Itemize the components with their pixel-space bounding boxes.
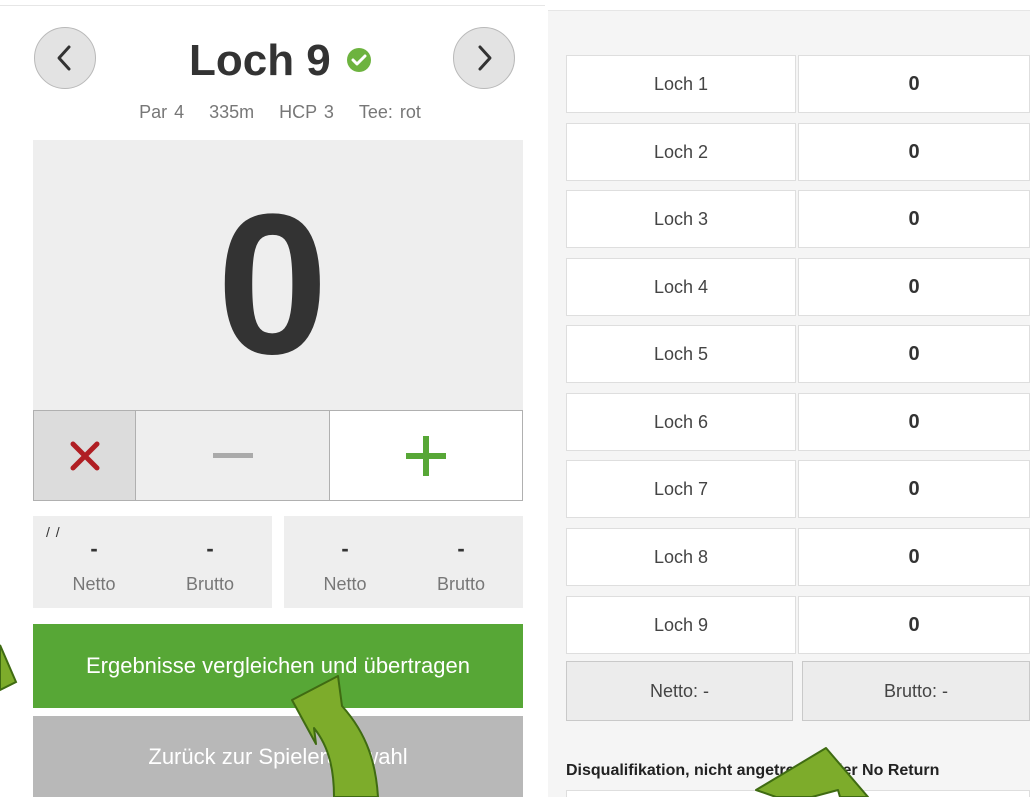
- brutto-value: -: [206, 536, 214, 561]
- brutto-value: -: [457, 536, 465, 561]
- clear-score-button[interactable]: [34, 411, 136, 500]
- hole-label: Loch 6: [566, 393, 796, 451]
- scorecard-row[interactable]: Loch 1 0: [566, 55, 1030, 113]
- hole-length: 335m: [209, 102, 255, 122]
- netto-label: Netto: [323, 574, 367, 594]
- check-icon: [347, 48, 372, 73]
- brutto-label: Brutto: [436, 574, 486, 594]
- hole-hcp: HCP 3: [279, 102, 334, 122]
- hole-entry-panel: Loch 9 Par 4 335m HCP 3 Tee: rot 0 / / -…: [0, 0, 545, 797]
- hole-score[interactable]: 0: [798, 55, 1030, 113]
- hole-label: Loch 1: [566, 55, 796, 113]
- netto-value: -: [90, 536, 98, 561]
- scorecard-panel: Loch 1 0 Loch 2 0 Loch 3 0 Loch 4 0 Loch…: [548, 0, 1030, 797]
- score-controls: [33, 410, 523, 501]
- netto-stat: - Netto: [39, 534, 149, 595]
- marker-stats: - Netto - Brutto: [284, 516, 523, 608]
- hole-label: Loch 8: [566, 528, 796, 586]
- netto-value: -: [341, 536, 349, 561]
- hole-score[interactable]: 0: [798, 325, 1030, 383]
- hole-label: Loch 5: [566, 325, 796, 383]
- hole-label: Loch 9: [566, 596, 796, 654]
- hole-score[interactable]: 0: [798, 460, 1030, 518]
- hole-tee: Tee: rot: [358, 102, 421, 122]
- brutto-label: Brutto: [185, 574, 235, 594]
- netto-label: Netto: [72, 574, 116, 594]
- scorecard-row[interactable]: Loch 9 0: [566, 596, 1030, 654]
- back-to-player-selection-button[interactable]: Zurück zur Spielerauswahl: [33, 716, 523, 797]
- plus-icon: [406, 435, 446, 476]
- scorecard-row[interactable]: Loch 8 0: [566, 528, 1030, 586]
- hole-score[interactable]: 0: [798, 596, 1030, 654]
- disqualification-select[interactable]: [566, 790, 1030, 797]
- hole-score[interactable]: 0: [798, 123, 1030, 181]
- compare-and-submit-button[interactable]: Ergebnisse vergleichen und übertragen: [33, 624, 523, 708]
- decrease-score-button[interactable]: [136, 411, 330, 500]
- next-hole-button[interactable]: [453, 27, 515, 89]
- netto-total: Netto: -: [566, 661, 793, 721]
- hole-title-text: Loch 9: [188, 36, 331, 85]
- brutto-stat: - Brutto: [155, 534, 265, 595]
- score-value: 0: [216, 173, 329, 396]
- scorecard-row[interactable]: Loch 7 0: [566, 460, 1030, 518]
- x-icon: [70, 441, 99, 470]
- hole-label: Loch 4: [566, 258, 796, 316]
- netto-stat: - Netto: [290, 534, 400, 595]
- scorecard-totals: Netto: - Brutto: -: [566, 661, 1030, 721]
- player-stats: / / - Netto - Brutto: [33, 516, 272, 608]
- hole-label: Loch 2: [566, 123, 796, 181]
- hole-score[interactable]: 0: [798, 528, 1030, 586]
- increase-score-button[interactable]: [330, 411, 522, 500]
- scorecard-row[interactable]: Loch 5 0: [566, 325, 1030, 383]
- divider: [0, 5, 545, 6]
- scorecard-row[interactable]: Loch 2 0: [566, 123, 1030, 181]
- hole-label: Loch 3: [566, 190, 796, 248]
- hole-par: Par 4: [139, 102, 185, 122]
- hole-info: Par 4 335m HCP 3 Tee: rot: [0, 102, 560, 123]
- hole-score[interactable]: 0: [798, 393, 1030, 451]
- scorecard-row[interactable]: Loch 4 0: [566, 258, 1030, 316]
- hole-score[interactable]: 0: [798, 190, 1030, 248]
- disqualification-label: Disqualifikation, nicht angetreten oder …: [566, 762, 940, 779]
- minus-icon: [212, 452, 253, 458]
- brutto-total: Brutto: -: [802, 661, 1030, 721]
- scorecard-row[interactable]: Loch 6 0: [566, 393, 1030, 451]
- scorecard-row[interactable]: Loch 3 0: [566, 190, 1030, 248]
- divider: [548, 0, 1030, 11]
- hole-score[interactable]: 0: [798, 258, 1030, 316]
- chevron-right-icon: [478, 45, 492, 71]
- hole-label: Loch 7: [566, 460, 796, 518]
- brutto-stat: - Brutto: [406, 534, 516, 595]
